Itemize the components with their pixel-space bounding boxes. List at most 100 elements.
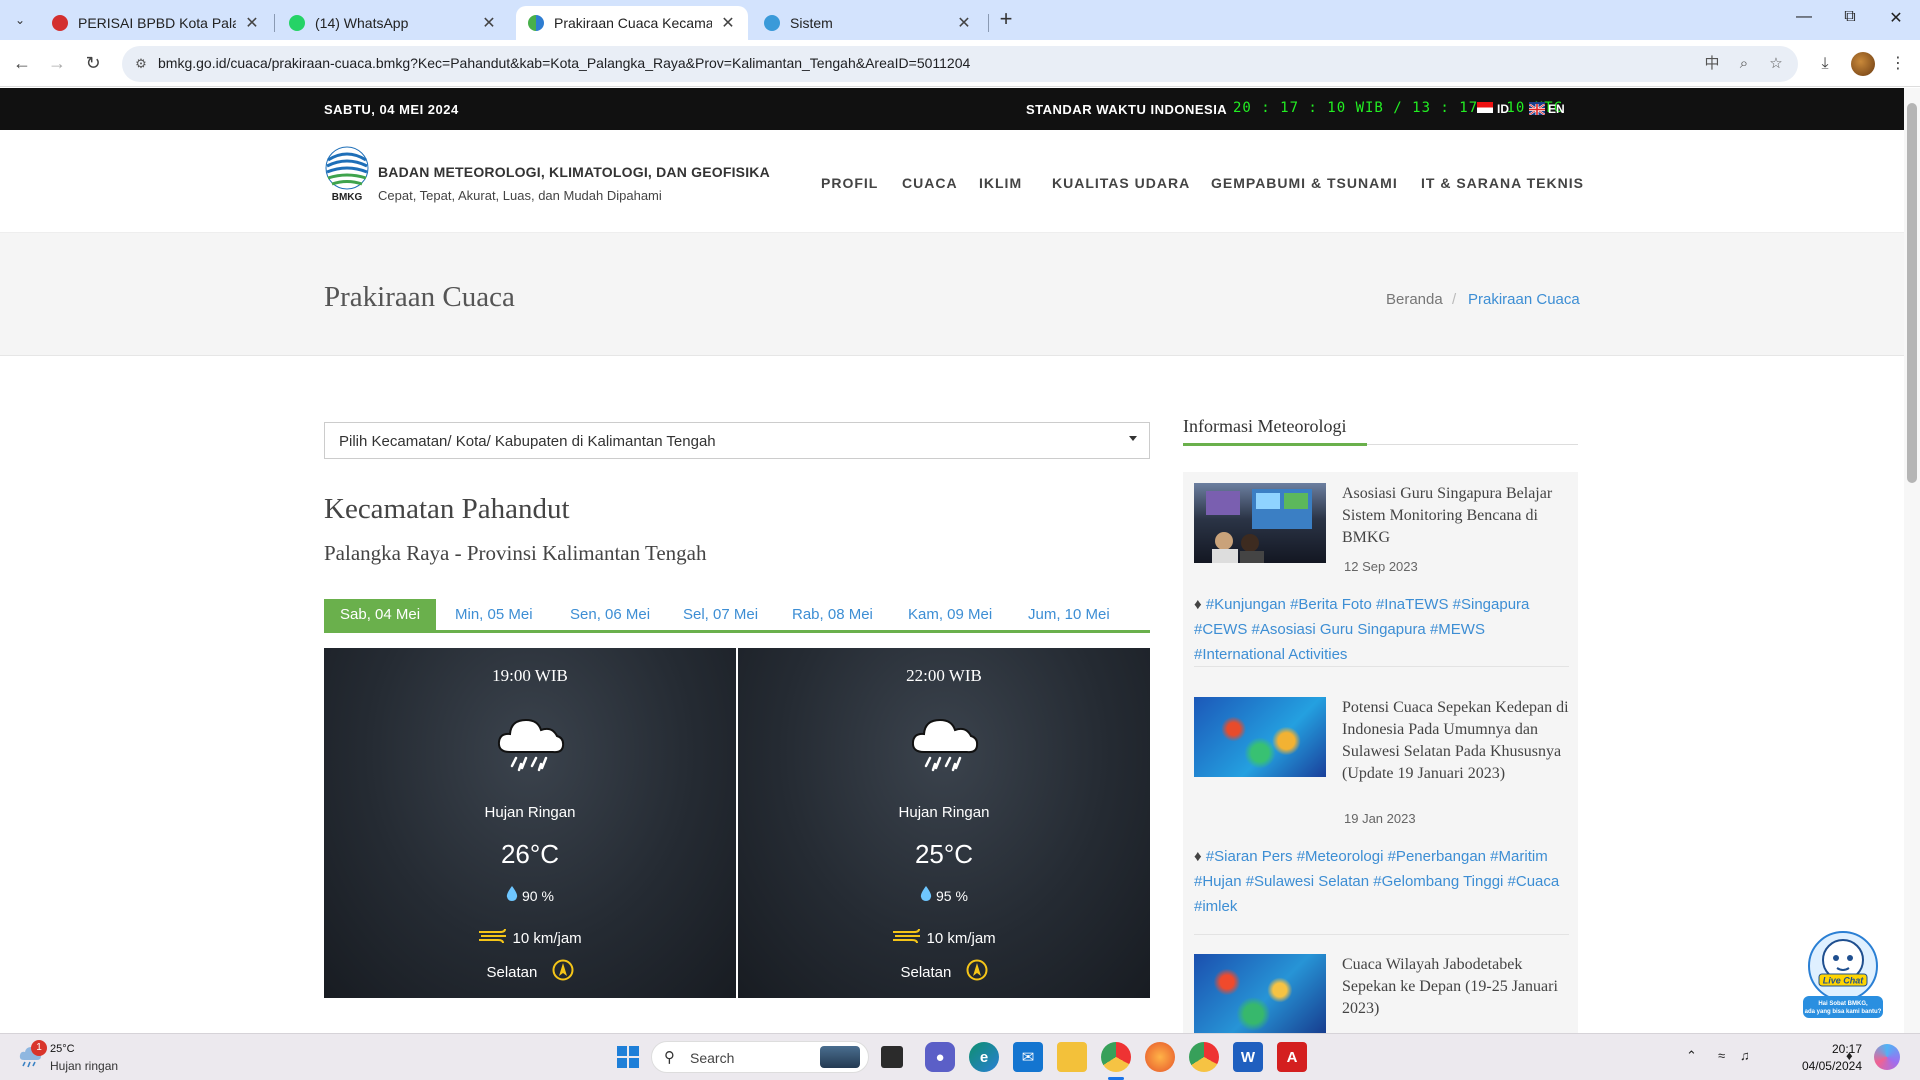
browser-tab-prakiraan[interactable]: Prakiraan Cuaca Kecamatan Pa ✕ <box>516 6 748 40</box>
lang-id-link[interactable]: ID <box>1497 102 1509 116</box>
news-title[interactable]: Asosiasi Guru Singapura Belajar Sistem M… <box>1342 483 1569 549</box>
news-title[interactable]: Potensi Cuaca Sepekan Kedepan di Indones… <box>1342 697 1569 785</box>
bmkg-favicon-icon <box>528 15 544 31</box>
taskbar-temperature[interactable]: 25°C <box>50 1043 75 1055</box>
news-tags-text[interactable]: #Siaran Pers #Meteorologi #Penerbangan #… <box>1194 848 1559 915</box>
forecast-wind-direction: Selatan <box>486 963 538 981</box>
address-bar[interactable]: ⚙ bmkg.go.id/cuaca/prakiraan-cuaca.bmkg?… <box>122 46 1798 82</box>
zoom-icon[interactable]: ⌕ <box>1734 54 1754 74</box>
forecast-humidity: 90 % <box>521 887 554 904</box>
nav-it-sarana-teknis[interactable]: IT & SARANA TEKNIS <box>1421 175 1584 191</box>
close-tab-icon[interactable]: ✕ <box>720 13 736 33</box>
page-title: Prakiraan Cuaca <box>324 281 515 313</box>
whatsapp-favicon-icon <box>289 15 305 31</box>
close-tab-icon[interactable]: ✕ <box>481 13 497 33</box>
kecamatan-select[interactable]: Pilih Kecamatan/ Kota/ Kabupaten di Kali… <box>324 422 1150 459</box>
notification-bell-icon[interactable]: ♦ <box>1846 1048 1853 1063</box>
page-scrollbar-thumb[interactable] <box>1907 103 1917 483</box>
news-tags[interactable]: ♦ #Siaran Pers #Meteorologi #Penerbangan… <box>1194 844 1569 919</box>
wind-icon <box>478 928 508 948</box>
wind-direction-compass-icon <box>552 959 574 985</box>
bmkg-logo[interactable]: BMKG <box>324 146 370 203</box>
news-tags-text[interactable]: #Kunjungan #Berita Foto #InaTEWS #Singap… <box>1194 596 1529 663</box>
restore-window-icon[interactable]: ⧉ <box>1830 8 1870 32</box>
org-tagline: Cepat, Tepat, Akurat, Luas, dan Mudah Di… <box>378 188 662 203</box>
close-window-icon[interactable]: ✕ <box>1876 8 1916 32</box>
new-tab-plus-icon[interactable]: + <box>995 8 1017 32</box>
news-item[interactable]: Cuaca Wilayah Jabodetabek Sepekan ke Dep… <box>1194 954 1569 1033</box>
tab-day-sel-07[interactable]: Sel, 07 Mei <box>667 599 774 630</box>
news-item[interactable]: Asosiasi Guru Singapura Belajar Sistem M… <box>1194 483 1569 733</box>
news-title[interactable]: Cuaca Wilayah Jabodetabek Sepekan ke Dep… <box>1342 954 1569 1020</box>
copilot-icon[interactable] <box>1874 1044 1900 1070</box>
task-view-icon[interactable] <box>881 1046 903 1068</box>
show-hidden-icons-chevron-icon[interactable]: ⌃ <box>1686 1048 1697 1064</box>
file-explorer-icon[interactable] <box>1057 1042 1087 1072</box>
tab-day-sen-06[interactable]: Sen, 06 Mei <box>554 599 666 630</box>
forecast-humidity-row: 95 % <box>738 886 1150 905</box>
tab-title: (14) WhatsApp <box>315 15 409 31</box>
tab-day-rab-08[interactable]: Rab, 08 Mei <box>776 599 889 630</box>
chevron-down-icon <box>1129 436 1137 441</box>
nav-gempabumi-tsunami[interactable]: GEMPABUMI & TSUNAMI <box>1211 175 1398 191</box>
forecast-wind-row: 10 km/jam <box>738 928 1150 948</box>
news-tags[interactable]: ♦ #Kunjungan #Berita Foto #InaTEWS #Sing… <box>1194 592 1569 667</box>
tab-day-jum-10[interactable]: Jum, 10 Mei <box>1012 599 1126 630</box>
close-tab-icon[interactable]: ✕ <box>956 13 972 33</box>
chrome-menu-icon[interactable]: ⋮ <box>1886 52 1910 76</box>
live-chat-widget[interactable]: Live Chat Hai Sobat BMKG, ada yang bisa … <box>1797 930 1887 1020</box>
reload-icon[interactable]: ↻ <box>79 49 107 77</box>
volume-icon[interactable]: ♫ <box>1740 1048 1750 1063</box>
profile-avatar[interactable] <box>1851 52 1875 76</box>
acrobat-icon[interactable]: A <box>1277 1042 1307 1072</box>
wind-direction-compass-icon <box>966 959 988 985</box>
water-drop-icon <box>920 886 932 905</box>
search-icon: ⚲ <box>664 1049 675 1066</box>
taskbar-weather-condition[interactable]: Hujan ringan <box>50 1059 118 1073</box>
mail-icon[interactable]: ✉ <box>1013 1042 1043 1072</box>
windows-start-icon[interactable] <box>613 1042 643 1072</box>
close-tab-icon[interactable]: ✕ <box>244 13 260 33</box>
taskbar-clock-time[interactable]: 20:17 <box>1806 1042 1862 1056</box>
lang-en-link[interactable]: EN <box>1548 102 1565 116</box>
forecast-wind-direction: Selatan <box>900 963 952 981</box>
browser-tab-whatsapp[interactable]: (14) WhatsApp ✕ <box>277 6 509 40</box>
minimize-window-icon[interactable]: — <box>1784 8 1824 32</box>
translate-icon[interactable]: 中 <box>1702 54 1722 74</box>
site-settings-icon[interactable]: ⚙ <box>132 55 150 73</box>
edge-browser-icon[interactable]: e <box>969 1042 999 1072</box>
wifi-icon[interactable]: ≈ <box>1718 1048 1725 1063</box>
word-icon[interactable]: W <box>1233 1042 1263 1072</box>
nav-iklim[interactable]: IKLIM <box>979 175 1022 191</box>
uk-flag-icon[interactable] <box>1528 102 1546 116</box>
news-separator <box>1194 934 1569 935</box>
back-arrow-icon[interactable]: ← <box>8 49 36 77</box>
download-icon[interactable]: ⤓ <box>1813 52 1837 76</box>
nav-kualitas-udara[interactable]: KUALITAS UDARA <box>1052 175 1190 191</box>
firefox-icon[interactable] <box>1145 1042 1175 1072</box>
nav-cuaca[interactable]: CUACA <box>902 175 958 191</box>
bookmark-star-icon[interactable]: ☆ <box>1766 54 1786 74</box>
tab-day-min-05[interactable]: Min, 05 Mei <box>439 599 549 630</box>
tab-day-kam-09[interactable]: Kam, 09 Mei <box>892 599 1008 630</box>
chrome-icon[interactable] <box>1101 1042 1131 1072</box>
taskbar-search-box[interactable]: ⚲ Search <box>651 1041 869 1073</box>
forward-arrow-icon[interactable]: → <box>43 49 71 77</box>
browser-tab-sistem[interactable]: Sistem ✕ <box>752 6 984 40</box>
breadcrumb-current[interactable]: Prakiraan Cuaca <box>1468 291 1580 308</box>
tab-search-chevron-icon[interactable]: ⌄ <box>8 8 32 32</box>
address-url[interactable]: bmkg.go.id/cuaca/prakiraan-cuaca.bmkg?Ke… <box>158 55 970 71</box>
svg-text:BMKG: BMKG <box>332 192 363 202</box>
chrome-profile-icon[interactable] <box>1189 1042 1219 1072</box>
teams-chat-icon[interactable]: ● <box>925 1042 955 1072</box>
browser-tab-perisai[interactable]: PERISAI BPBD Kota Palangka Ra ✕ <box>40 6 272 40</box>
province-subheading: Palangka Raya - Provinsi Kalimantan Teng… <box>324 541 707 565</box>
news-thumbnail[interactable] <box>1194 954 1326 1033</box>
tab-day-sab-04[interactable]: Sab, 04 Mei <box>324 599 437 630</box>
news-thumbnail[interactable] <box>1194 697 1326 777</box>
indonesia-flag-icon[interactable] <box>1477 102 1493 113</box>
breadcrumb-home[interactable]: Beranda <box>1386 291 1443 308</box>
news-item[interactable]: Potensi Cuaca Sepekan Kedepan di Indones… <box>1194 697 1569 947</box>
news-thumbnail[interactable] <box>1194 483 1326 563</box>
nav-profil[interactable]: PROFIL <box>821 175 878 191</box>
